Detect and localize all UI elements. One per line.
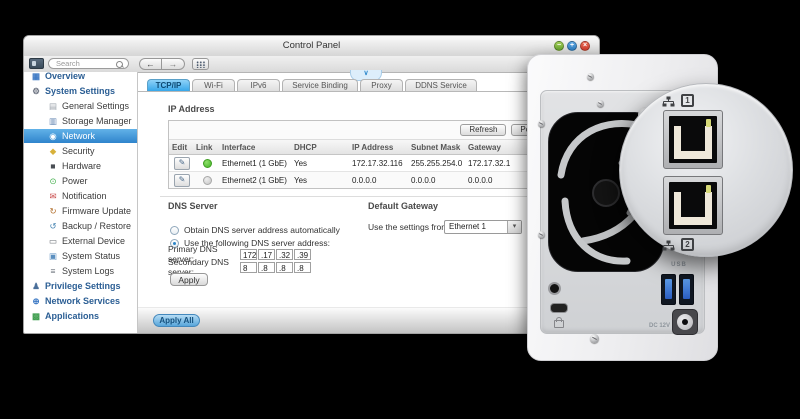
port-2-badge: 2 <box>681 238 694 251</box>
ethernet-port-2 <box>663 176 723 235</box>
port-led <box>706 119 711 127</box>
lock-icon <box>554 320 564 328</box>
rj45-insert <box>674 192 712 225</box>
dc-label: DC 12V <box>640 323 670 329</box>
rj45-cavity <box>669 116 717 163</box>
marketing-canvas: Control Panel − + × Search ← → ▦Overview… <box>0 0 800 419</box>
kensington-lock-slot <box>550 303 568 313</box>
ethernet-port-1 <box>663 110 723 169</box>
usb-port <box>679 274 694 305</box>
port-led <box>706 185 711 193</box>
port-1-badge: 1 <box>681 94 694 107</box>
rj45-insert <box>674 126 712 159</box>
screw-icon <box>590 334 599 343</box>
usb-port <box>661 274 676 305</box>
lan-icon <box>662 239 675 251</box>
dc-power-jack <box>672 309 698 335</box>
screw-icon <box>587 73 594 80</box>
rj45-cavity <box>669 182 717 229</box>
usb-label: USB <box>662 262 696 268</box>
screw-icon <box>597 100 604 107</box>
reset-button-hole <box>548 282 561 295</box>
lan-icon <box>662 95 675 107</box>
screw-icon <box>538 231 545 238</box>
screw-icon <box>538 120 545 127</box>
nas-device-photo: USB DC 12V 1 <box>0 0 800 419</box>
